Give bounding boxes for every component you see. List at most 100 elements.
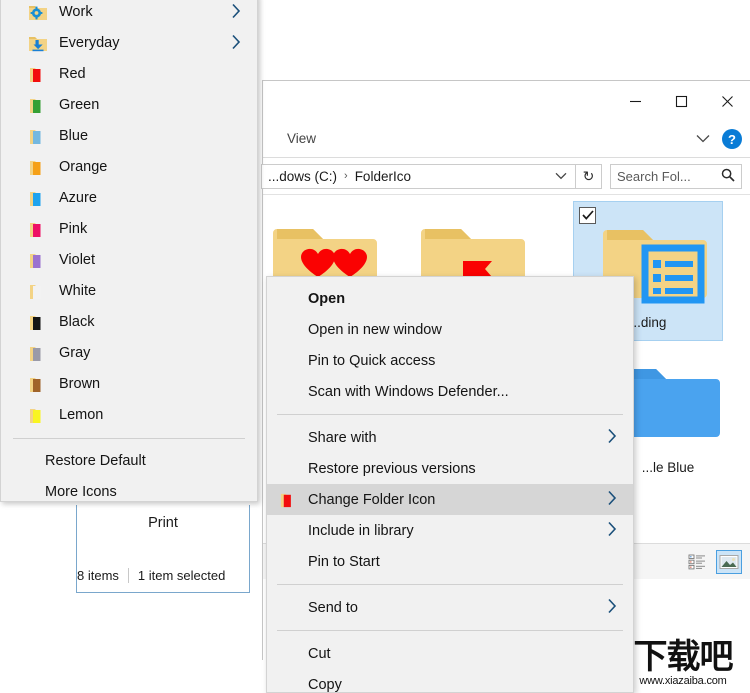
breadcrumb-folder[interactable]: FolderIco <box>355 169 411 184</box>
close-button[interactable] <box>704 81 750 121</box>
refresh-button[interactable]: ↻ <box>576 163 602 189</box>
tab-view[interactable]: View <box>277 121 326 157</box>
background-selection: 1 item selected <box>137 567 226 583</box>
selection-checkbox[interactable] <box>579 207 596 224</box>
large-icons-view-icon <box>719 554 739 569</box>
menu-item-label: Everyday <box>59 35 120 52</box>
context-item-label: Copy <box>308 676 342 693</box>
breadcrumb-drive[interactable]: ...dows (C:) <box>268 169 337 184</box>
menu-item-red[interactable]: Red <box>1 59 257 90</box>
menu-item-label: Blue <box>59 128 89 145</box>
menu-item-brown[interactable]: Brown <box>1 369 257 400</box>
context-item-share-with[interactable]: Share with <box>267 422 633 453</box>
context-item-send-to[interactable]: Send to <box>267 592 633 623</box>
maximize-button[interactable] <box>658 81 704 121</box>
folder-color-icon <box>27 374 49 396</box>
context-item-cut[interactable]: Cut <box>267 638 633 669</box>
folder-color-icon <box>27 126 49 148</box>
minimize-button[interactable] <box>612 81 658 121</box>
menu-item-work[interactable]: Work <box>1 0 257 28</box>
context-item-label: Send to <box>308 599 358 616</box>
context-item-label: Pin to Quick access <box>308 352 436 369</box>
search-placeholder: Search Fol... <box>617 168 691 184</box>
folder-color-icon <box>27 343 49 365</box>
context-item-scan-with-windows-defender[interactable]: Scan with Windows Defender... <box>267 376 633 407</box>
help-icon[interactable]: ? <box>722 129 742 149</box>
chevron-right-icon <box>607 428 617 448</box>
chevron-right-icon <box>607 490 617 510</box>
menu-separator <box>13 438 245 439</box>
menu-item-label: Green <box>59 97 100 114</box>
details-view-button[interactable] <box>684 550 710 574</box>
menu-item-orange[interactable]: Orange <box>1 152 257 183</box>
context-item-include-in-library[interactable]: Include in library <box>267 515 633 546</box>
menu-item-pink[interactable]: Pink <box>1 214 257 245</box>
menu-item-gray[interactable]: Gray <box>1 338 257 369</box>
chevron-right-icon <box>231 3 241 23</box>
folder-color-icon <box>27 219 49 241</box>
watermark-url: www.xiazaiba.com <box>639 674 727 687</box>
folder-red-icon <box>278 490 298 510</box>
details-view-icon <box>688 554 705 569</box>
view-mode-buttons <box>684 549 742 574</box>
background-window: Print 8 items 1 item selected <box>76 505 250 593</box>
background-status-divider <box>127 567 129 583</box>
ribbon-right-controls: ? <box>696 121 742 157</box>
large-icons-view-button[interactable] <box>716 549 742 574</box>
print-label[interactable]: Print <box>77 515 249 531</box>
breadcrumb-separator: › <box>344 170 348 182</box>
context-item-label: Restore previous versions <box>308 460 476 477</box>
context-item-pin-to-start[interactable]: Pin to Start <box>267 546 633 577</box>
menu-item-label: Black <box>59 314 95 331</box>
folder-color-icon <box>27 250 49 272</box>
context-item-change-folder-icon[interactable]: Change Folder Icon <box>267 484 633 515</box>
menu-item-label: Lemon <box>59 407 104 424</box>
folder-color-menu: Work Everyday Red Green Blue Orange Azur… <box>0 0 258 502</box>
context-item-label: Share with <box>308 429 377 446</box>
context-item-restore-previous-versions[interactable]: Restore previous versions <box>267 453 633 484</box>
address-chevron-down-icon[interactable] <box>555 169 567 183</box>
menu-item-label: Violet <box>59 252 96 269</box>
background-item-count: 8 items <box>77 567 119 583</box>
folder-color-icon <box>27 281 49 303</box>
context-item-copy[interactable]: Copy <box>267 669 633 693</box>
menu-item-violet[interactable]: Violet <box>1 245 257 276</box>
menu-item-label: Red <box>59 66 86 83</box>
address-bar[interactable]: ...dows (C:) › FolderIco <box>261 163 576 189</box>
chevron-right-icon <box>231 34 241 54</box>
search-icon <box>721 168 735 185</box>
context-item-label: Include in library <box>308 522 414 539</box>
menu-item-everyday[interactable]: Everyday <box>1 28 257 59</box>
screen: View ? ...dows (C:) › FolderIco ↻ Search… <box>0 0 750 693</box>
context-separator <box>277 584 623 585</box>
menu-item-more-icons[interactable]: More Icons <box>1 477 257 508</box>
menu-item-label: White <box>59 283 97 300</box>
context-separator <box>277 414 623 415</box>
menu-item-white[interactable]: White <box>1 276 257 307</box>
window-controls <box>612 81 750 121</box>
context-menu: Open Open in new window Pin to Quick acc… <box>266 276 634 693</box>
chevron-right-icon <box>607 521 617 541</box>
folder-color-icon <box>27 64 49 86</box>
context-item-pin-to-quick-access[interactable]: Pin to Quick access <box>267 345 633 376</box>
folder-color-icon <box>27 95 49 117</box>
menu-item-black[interactable]: Black <box>1 307 257 338</box>
context-item-open-in-new-window[interactable]: Open in new window <box>267 314 633 345</box>
menu-item-blue[interactable]: Blue <box>1 121 257 152</box>
folder-color-icon <box>27 157 49 179</box>
menu-item-label: Brown <box>59 376 101 393</box>
folder-color-icon <box>27 188 49 210</box>
menu-item-label: Azure <box>59 190 97 207</box>
context-item-open[interactable]: Open <box>267 283 633 314</box>
folder-download-icon <box>27 33 49 55</box>
menu-item-restore-default[interactable]: Restore Default <box>1 446 257 477</box>
search-input[interactable]: Search Fol... <box>610 163 742 189</box>
context-item-label: Open <box>308 290 346 307</box>
menu-item-label: Gray <box>59 345 91 362</box>
menu-item-azure[interactable]: Azure <box>1 183 257 214</box>
context-item-label: Change Folder Icon <box>308 491 436 508</box>
menu-item-lemon[interactable]: Lemon <box>1 400 257 431</box>
menu-item-label: More Icons <box>45 484 117 501</box>
expand-ribbon-chevron-down-icon[interactable] <box>696 130 710 148</box>
menu-item-green[interactable]: Green <box>1 90 257 121</box>
